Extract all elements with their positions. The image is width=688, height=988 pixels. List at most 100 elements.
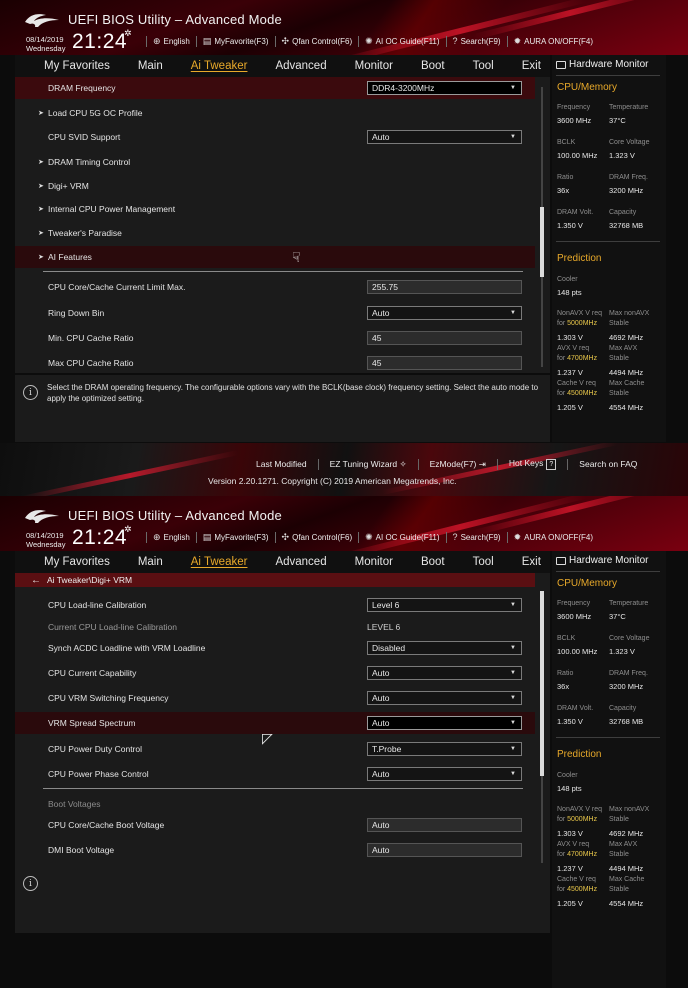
scrollbar-thumb[interactable]: [540, 207, 544, 277]
setting-row-dmi-boot-voltage[interactable]: DMI Boot Voltage Auto: [15, 839, 535, 861]
last-modified-button[interactable]: Last Modified: [256, 459, 307, 469]
toolbar-label: English: [163, 532, 190, 542]
ai-oc-guide-button[interactable]: ✺ AI OC Guide(F11): [365, 36, 439, 47]
cpu-vrm-switching-frequency-select[interactable]: Auto: [367, 691, 522, 705]
setting-row-cpu-power-duty-control[interactable]: CPU Power Duty Control T.Probe: [15, 738, 535, 760]
ring-down-bin-select[interactable]: Auto: [367, 306, 522, 320]
setting-row-max-cpu-cache-ratio[interactable]: Max CPU Cache Ratio 45: [15, 352, 535, 373]
tab-my-favorites[interactable]: My Favorites: [44, 60, 110, 72]
search-on-faq-button[interactable]: Search on FAQ: [579, 459, 637, 469]
qfan-control-button[interactable]: ✣ Qfan Control(F6): [282, 36, 353, 47]
cpu-load-line-calibration-select[interactable]: Level 6: [367, 598, 522, 612]
submenu-ai-features[interactable]: ➤ AI Features: [15, 246, 535, 268]
ezmode-button[interactable]: EzMode(F7) ⇥: [430, 459, 486, 470]
submenu-label: Tweaker's Paradise: [48, 228, 122, 238]
tab-advanced[interactable]: Advanced: [275, 60, 326, 72]
hw-label: Stable: [609, 851, 629, 858]
tab-main[interactable]: Main: [138, 60, 163, 72]
setting-row-vrm-spread-spectrum[interactable]: VRM Spread Spectrum Auto: [15, 712, 535, 734]
setting-row-cpu-svid-support[interactable]: CPU SVID Support Auto: [15, 126, 535, 148]
section-divider: [43, 788, 523, 789]
qfan-control-button[interactable]: ✣ Qfan Control(F6): [282, 532, 353, 543]
scrollbar-thumb[interactable]: [540, 591, 544, 776]
setting-row-cpu-power-phase-control[interactable]: CPU Power Phase Control Auto: [15, 763, 535, 785]
hw-value-max-avx: 4494 MHz: [609, 864, 644, 873]
submenu-tweakers-paradise[interactable]: ➤ Tweaker's Paradise: [15, 222, 535, 244]
setting-label: Synch ACDC Loadline with VRM Loadline: [48, 643, 206, 653]
myfavorite-button[interactable]: ▤ MyFavorite(F3): [203, 36, 269, 47]
hw-value-temperature: 37°C: [609, 116, 626, 125]
bios-header: UEFI BIOS Utility – Advanced Mode 08/14/…: [0, 0, 688, 55]
tab-advanced[interactable]: Advanced: [275, 556, 326, 568]
section-label: Boot Voltages: [48, 799, 101, 809]
setting-row-synch-acdc-loadline[interactable]: Synch ACDC Loadline with VRM Loadline Di…: [15, 637, 535, 659]
cpu-current-limit-input[interactable]: 255.75: [367, 280, 522, 294]
tab-boot[interactable]: Boot: [421, 60, 445, 72]
cpu-current-capability-select[interactable]: Auto: [367, 666, 522, 680]
hot-keys-button[interactable]: Hot Keys?: [508, 458, 557, 470]
vrm-spread-spectrum-select[interactable]: Auto: [367, 716, 522, 730]
language-button[interactable]: ⊕ English: [153, 532, 190, 543]
tab-tool[interactable]: Tool: [473, 556, 494, 568]
setting-row-current-cpu-load-line: Current CPU Load-line Calibration LEVEL …: [15, 616, 535, 638]
bios-title: UEFI BIOS Utility – Advanced Mode: [68, 508, 282, 523]
dram-frequency-select[interactable]: DDR4-3200MHz: [367, 81, 522, 95]
submenu-internal-cpu-power-management[interactable]: ➤ Internal CPU Power Management: [15, 198, 535, 220]
footer-label: Hot Keys: [508, 458, 544, 468]
tab-monitor[interactable]: Monitor: [355, 60, 393, 72]
breadcrumb[interactable]: ← Ai Tweaker\Digi+ VRM: [15, 573, 535, 587]
hw-title-text: Hardware Monitor: [569, 59, 649, 70]
setting-row-dram-frequency[interactable]: DRAM Frequency DDR4-3200MHz: [15, 77, 535, 99]
setting-row-cpu-load-line-calibration[interactable]: CPU Load-line Calibration Level 6: [15, 594, 535, 616]
language-button[interactable]: ⊕ English: [153, 36, 190, 47]
ez-tuning-wizard-button[interactable]: EZ Tuning Wizard ✧: [330, 459, 407, 470]
hw-label: Capacity: [609, 705, 637, 712]
tab-ai-tweaker[interactable]: Ai Tweaker: [191, 556, 248, 568]
header-toolbar: ⊕ English ▤ MyFavorite(F3) ✣ Qfan Control(F…: [140, 530, 593, 544]
hw-value-capacity: 32768 MB: [609, 221, 644, 230]
back-arrow-icon[interactable]: ←: [31, 575, 41, 586]
hw-value-max-cache: 4554 MHz: [609, 899, 644, 908]
ai-oc-guide-button[interactable]: ✺ AI OC Guide(F11): [365, 532, 439, 543]
hw-label: for 4700MHz: [557, 851, 597, 858]
setting-row-cpu-vrm-switching-frequency[interactable]: CPU VRM Switching Frequency Auto: [15, 687, 535, 709]
tab-exit[interactable]: Exit: [522, 556, 541, 568]
tab-main[interactable]: Main: [138, 556, 163, 568]
tab-boot[interactable]: Boot: [421, 556, 445, 568]
cpu-svid-support-select[interactable]: Auto: [367, 130, 522, 144]
hardware-monitor: Hardware Monitor CPU/Memory Frequency 36…: [552, 551, 666, 988]
bios-footer-band: Last Modified EZ Tuning Wizard ✧ EzMode(…: [0, 443, 688, 496]
toolbar-label: Qfan Control(F6): [292, 36, 353, 46]
setting-row-ring-down-bin[interactable]: Ring Down Bin Auto: [15, 302, 535, 324]
toolbar-label: Qfan Control(F6): [292, 532, 353, 542]
tab-ai-tweaker[interactable]: Ai Tweaker: [191, 60, 248, 72]
cpu-core-cache-boot-voltage-input[interactable]: Auto: [367, 818, 522, 832]
setting-row-cpu-current-capability[interactable]: CPU Current Capability Auto: [15, 662, 535, 684]
tab-tool[interactable]: Tool: [473, 60, 494, 72]
hw-value-max-nonavx: 4692 MHz: [609, 829, 644, 838]
setting-row-min-cpu-cache-ratio[interactable]: Min. CPU Cache Ratio 45: [15, 327, 535, 349]
submenu-load-cpu-5g-oc-profile[interactable]: ➤ Load CPU 5G OC Profile: [15, 102, 535, 124]
cpu-power-duty-control-select[interactable]: T.Probe: [367, 742, 522, 756]
setting-row-cpu-core-cache-boot-voltage[interactable]: CPU Core/Cache Boot Voltage Auto: [15, 814, 535, 836]
gear-icon[interactable]: ✲: [124, 28, 132, 39]
aura-button[interactable]: ✹ AURA ON/OFF(F4): [514, 532, 593, 543]
cpu-power-phase-control-select[interactable]: Auto: [367, 767, 522, 781]
breadcrumb-text: Ai Tweaker\Digi+ VRM: [47, 575, 133, 585]
gear-icon[interactable]: ✲: [124, 524, 132, 535]
max-cpu-cache-ratio-input[interactable]: 45: [367, 356, 522, 370]
tab-my-favorites[interactable]: My Favorites: [44, 556, 110, 568]
search-button[interactable]: ? Search(F9): [453, 36, 501, 46]
aura-button[interactable]: ✹ AURA ON/OFF(F4): [514, 36, 593, 47]
submenu-dram-timing-control[interactable]: ➤ DRAM Timing Control: [15, 151, 535, 173]
synch-acdc-loadline-select[interactable]: Disabled: [367, 641, 522, 655]
myfavorite-button[interactable]: ▤ MyFavorite(F3): [203, 532, 269, 543]
tab-monitor[interactable]: Monitor: [355, 556, 393, 568]
setting-row-cpu-core-cache-current-limit[interactable]: CPU Core/Cache Current Limit Max. 255.75: [15, 276, 535, 298]
min-cpu-cache-ratio-input[interactable]: 45: [367, 331, 522, 345]
fan-icon: ✣: [281, 531, 290, 542]
submenu-digi-vrm[interactable]: ➤ Digi+ VRM: [15, 175, 535, 197]
dmi-boot-voltage-input[interactable]: Auto: [367, 843, 522, 857]
tab-exit[interactable]: Exit: [522, 60, 541, 72]
search-button[interactable]: ? Search(F9): [453, 532, 501, 542]
